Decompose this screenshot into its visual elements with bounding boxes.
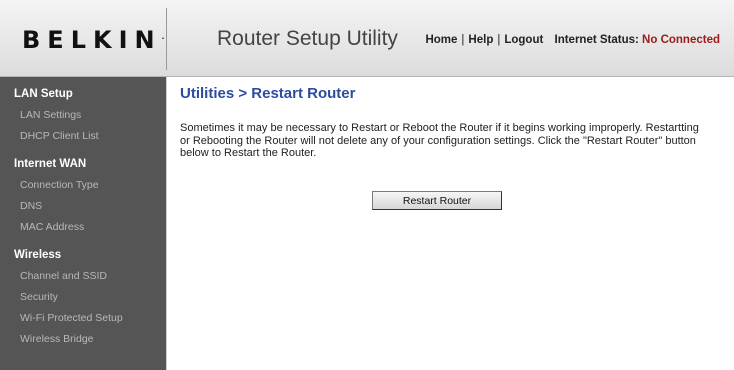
sidebar-item-connection-type[interactable]: Connection Type (0, 175, 166, 196)
link-separator: | (497, 34, 501, 46)
header-divider (166, 8, 167, 70)
sidebar-item-channel-and-ssid[interactable]: Channel and SSID (0, 266, 166, 287)
restart-description: Sometimes it may be necessary to Restart… (180, 122, 699, 159)
header-bar: BELKIN. Router Setup Utility Home | Help | L… (0, 0, 734, 77)
internet-status-label: Internet Status: (554, 34, 639, 46)
link-separator: | (461, 34, 465, 46)
restart-router-button[interactable]: Restart Router (372, 191, 502, 210)
sidebar-item-lan-settings[interactable]: LAN Settings (0, 105, 166, 126)
main-content: Utilities > Restart Router Sometimes it … (166, 77, 734, 370)
sidebar-item-dns[interactable]: DNS (0, 196, 166, 217)
sidebar-item-wifi-protected-setup[interactable]: Wi-Fi Protected Setup (0, 308, 166, 329)
sidebar-nav: LAN Setup LAN Settings DHCP Client List … (0, 77, 166, 370)
sidebar-section-lan-setup: LAN Setup (14, 88, 73, 100)
sidebar-item-dhcp-client-list[interactable]: DHCP Client List (0, 126, 166, 147)
page-title: Utilities > Restart Router (180, 85, 356, 102)
sidebar-item-wireless-bridge[interactable]: Wireless Bridge (0, 329, 166, 350)
help-link[interactable]: Help (468, 34, 493, 46)
header-links: Home | Help | Logout Internet Status: No Con… (425, 34, 720, 46)
sidebar-item-security[interactable]: Security (0, 287, 166, 308)
internet-status-value: No Connected (642, 34, 720, 46)
sidebar-section-internet-wan: Internet WAN (14, 158, 87, 170)
home-link[interactable]: Home (425, 34, 457, 46)
belkin-logo: BELKIN. (22, 26, 165, 54)
app-title: Router Setup Utility (217, 27, 398, 50)
sidebar-item-mac-address[interactable]: MAC Address (0, 217, 166, 238)
logout-link[interactable]: Logout (504, 34, 543, 46)
sidebar-section-wireless: Wireless (14, 249, 62, 261)
